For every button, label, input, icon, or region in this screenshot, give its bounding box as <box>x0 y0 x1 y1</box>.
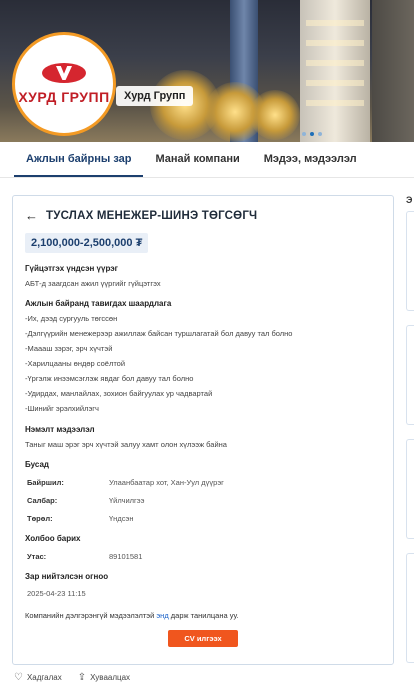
sector-row: Салбар: Үйлчилгээ <box>25 496 381 505</box>
list-item: -Их, дээд сургууль төгссөн <box>25 314 118 323</box>
extra-info-heading: Нэмэлт мэдээлэл <box>25 425 95 434</box>
save-button[interactable]: ♡ Хадгалах <box>14 672 62 683</box>
company-info-note: Компанийн дэлгэрэнгүй мэдээлэлтэй энд да… <box>25 611 381 620</box>
heart-icon: ♡ <box>14 672 23 683</box>
contact-heading: Холбоо барих <box>25 534 81 543</box>
logo-text: ХУРД ГРУПП <box>18 89 110 105</box>
note-prefix: Компанийн дэлгэрэнгүй мэдээлэлтэй <box>25 611 157 620</box>
type-row: Төрөл: Үндсэн <box>25 514 381 523</box>
logo-mark-icon <box>42 63 86 83</box>
requirements-list: -Их, дээд сургууль төгссөн -Дэлгүүрийн м… <box>25 313 381 414</box>
list-item: -Үргэлж инээмсэглэж явдаг бол давуу тал … <box>25 374 194 383</box>
sector-value: Үйлчилгээ <box>109 496 145 505</box>
posted-heading: Зар нийтэлсэн огноо <box>25 572 109 581</box>
list-item: -Харилцааны өндөр соёлтой <box>25 359 126 368</box>
save-label: Хадгалах <box>26 673 62 682</box>
job-title: ТУСЛАХ МЕНЕЖЕР-ШИНЭ ТӨГСӨГЧ <box>46 209 258 222</box>
carousel-dots[interactable] <box>302 132 322 136</box>
tree-lights <box>250 90 300 140</box>
phone-row: Утас: 89101581 <box>25 552 381 561</box>
sidebar-heading: Э <box>406 195 413 205</box>
posted-date: 2025-04-23 11:15 <box>27 589 86 598</box>
phone-value: 89101581 <box>109 552 143 561</box>
main-duty-heading: Гүйцэтгэх үндсэн үүрэг <box>25 264 118 273</box>
share-icon: ⇪ <box>77 672 87 683</box>
extra-info-text: Таныг маш эрэг эрч хүчтэй залуу хамт оло… <box>25 440 227 449</box>
job-detail-card: ← ТУСЛАХ МЕНЕЖЕР-ШИНЭ ТӨГСӨГЧ 2,100,000-… <box>12 195 394 665</box>
sidebar-partial: Э <box>402 195 414 665</box>
list-item: -Шинийг эрэлхийлэгч <box>25 404 99 413</box>
tab-our-company[interactable]: Манай компани <box>143 153 251 177</box>
building-image <box>300 0 370 142</box>
company-info-link[interactable]: энд <box>156 611 168 620</box>
sidebar-card[interactable] <box>406 211 414 311</box>
location-label: Байршил: <box>27 478 64 487</box>
type-value: Үндсэн <box>109 514 134 523</box>
sidebar-card[interactable] <box>406 439 414 539</box>
type-label: Төрөл: <box>27 514 53 523</box>
main-duty-text: АБТ-д заагдсан ажил үүргийг гүйцэтгэх <box>25 279 161 288</box>
sector-label: Салбар: <box>27 496 58 505</box>
send-cv-button[interactable]: CV илгээх <box>168 630 238 647</box>
building-image <box>372 0 414 142</box>
location-row: Байршил: Улаанбаатар хот, Хан-Уул дүүрэг <box>25 478 381 487</box>
note-suffix: дарж танилцана уу. <box>168 611 239 620</box>
tab-bar: Ажлын байрны зар Манай компани Мэдээ, мэ… <box>0 142 414 178</box>
location-value: Улаанбаатар хот, Хан-Уул дүүрэг <box>109 478 224 487</box>
requirements-heading: Ажлын байранд тавигдах шаардлага <box>25 299 172 308</box>
phone-label: Утас: <box>27 552 47 561</box>
company-logo: ХУРД ГРУПП <box>12 32 116 136</box>
action-bar: ♡ Хадгалах ⇪ Хуваалцах <box>14 672 130 683</box>
tab-news[interactable]: Мэдээ, мэдээлэл <box>252 153 369 177</box>
salary-badge: 2,100,000-2,500,000 ₮ <box>25 233 149 253</box>
sidebar-card[interactable] <box>406 325 414 425</box>
arrow-left-icon[interactable]: ← <box>25 208 38 223</box>
list-item: -Маааш зэрэг, эрч хүчтэй <box>25 344 113 353</box>
cover-image: ХУРД ГРУПП Хурд Групп <box>0 0 414 142</box>
list-item: -Удирдах, манлайлах, зохион байгуулах ур… <box>25 389 213 398</box>
list-item: -Дэлгүүрийн менежерээр ажиллаж байсан ту… <box>25 329 293 338</box>
sidebar-card[interactable] <box>406 553 414 663</box>
company-name: Хурд Групп <box>116 86 194 106</box>
share-label: Хуваалцах <box>90 673 131 682</box>
tab-jobs[interactable]: Ажлын байрны зар <box>14 153 144 177</box>
other-heading: Бусад <box>25 460 49 469</box>
share-button[interactable]: ⇪ Хуваалцах <box>78 672 130 683</box>
